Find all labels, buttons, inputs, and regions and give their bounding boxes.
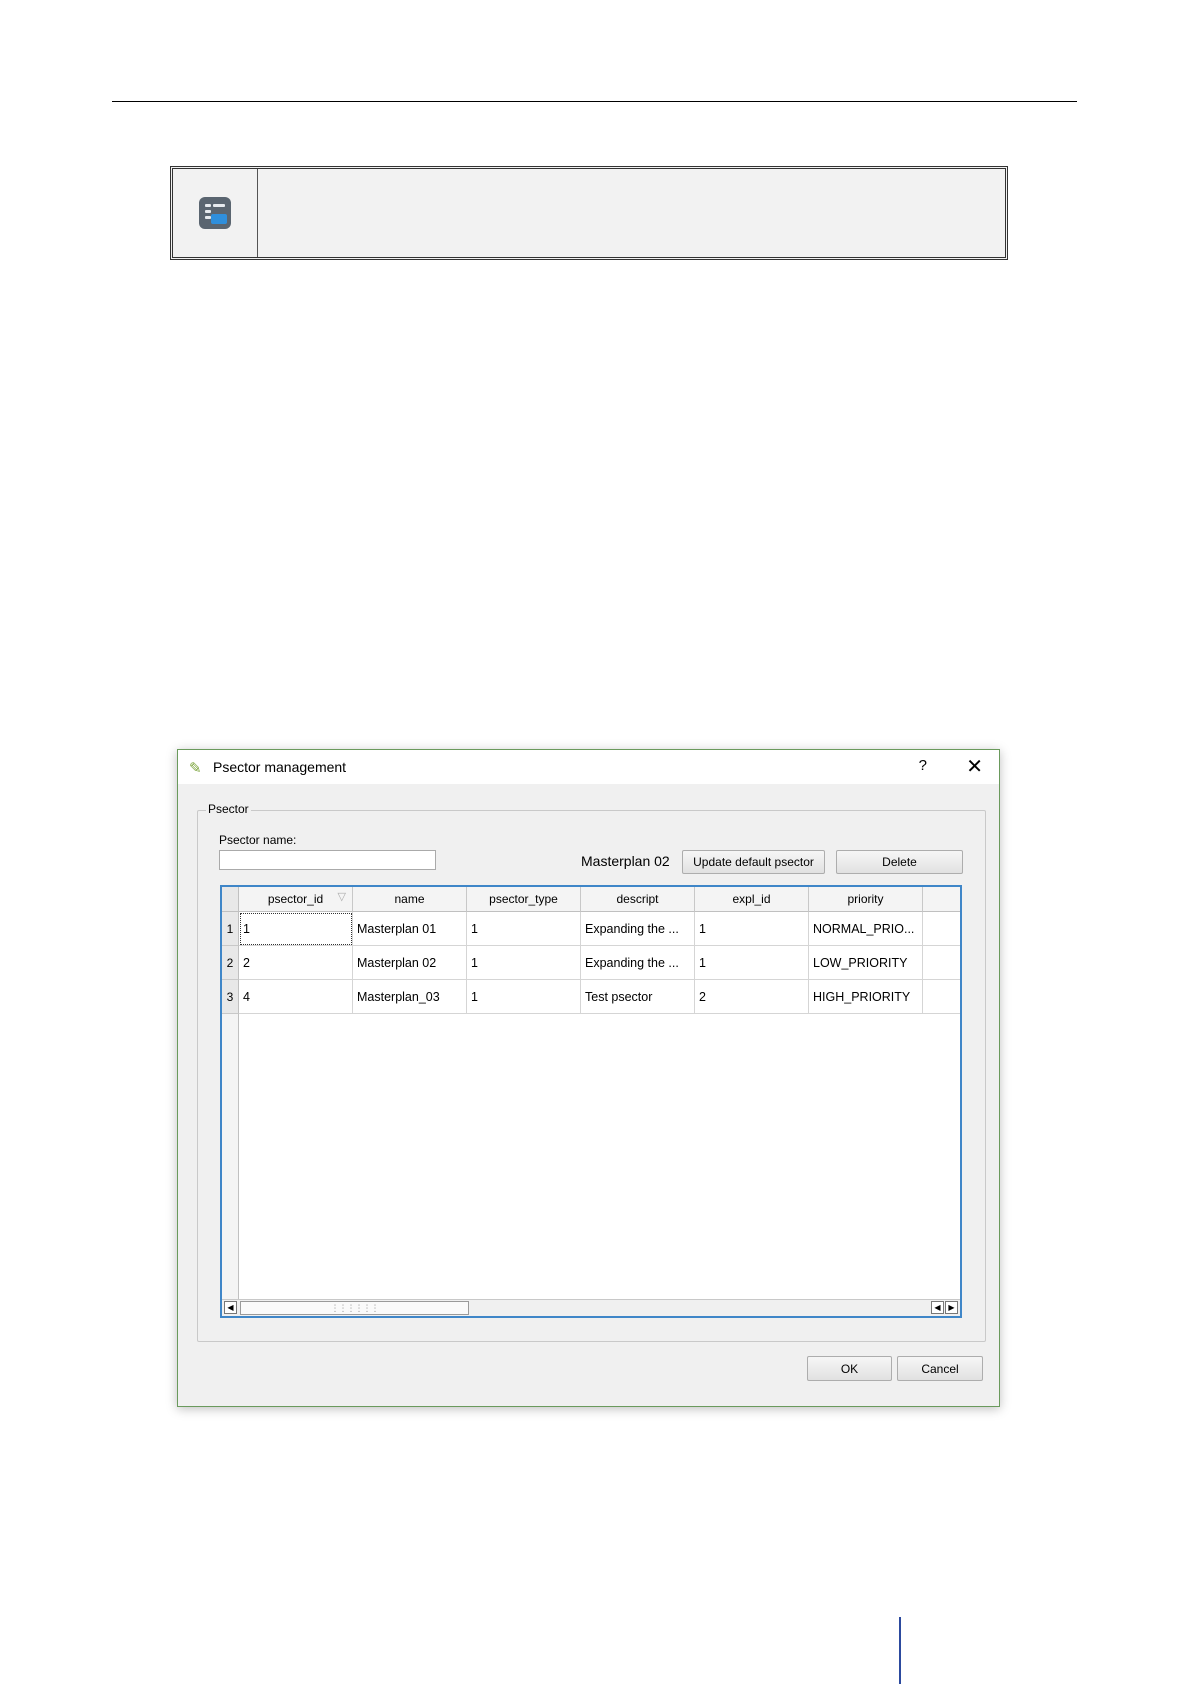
table-cell[interactable]: 1 [467,912,581,946]
table-cell[interactable]: NORMAL_PRIO... [809,912,923,946]
column-header-filler [923,887,960,912]
table-cell[interactable]: 1 [239,912,353,946]
dialog-title: Psector management [213,759,347,775]
column-header-descript[interactable]: descript [581,887,695,912]
close-button[interactable]: ✕ [966,754,983,779]
column-header-priority[interactable]: priority [809,887,923,912]
psector-name-input[interactable] [219,850,436,870]
table-cell[interactable]: Test psector [581,980,695,1014]
note-icon-cell [173,169,258,257]
table-cell[interactable]: Masterplan_03 [353,980,467,1014]
page-margin-marker [899,1617,901,1684]
dialog-titlebar: ✎ Psector management ? ✕ [178,750,999,784]
sort-indicator-icon: ▽ [337,891,346,903]
help-button[interactable]: ? [919,757,927,774]
table-cell-filler [923,980,960,1014]
scroll-right-icon[interactable]: ▶ [945,1301,958,1314]
table-cell-filler [923,912,960,946]
cancel-button[interactable]: Cancel [897,1356,983,1381]
table-cell[interactable]: LOW_PRIORITY [809,946,923,980]
table-cell[interactable]: 1 [467,980,581,1014]
column-header-expl-id[interactable]: expl_id [695,887,809,912]
row-header[interactable]: 1 [222,912,239,946]
psector-management-dialog: ✎ Psector management ? ✕ Psector Psector… [177,749,1000,1407]
table-cell-filler [923,946,960,980]
table-cell[interactable]: 4 [239,980,353,1014]
scroll-left-icon[interactable]: ◀ [931,1301,944,1314]
row-header[interactable]: 2 [222,946,239,980]
current-psector-label: Masterplan 02 [581,853,670,869]
psector-list-icon [199,197,231,229]
row-header-area [222,1014,239,1299]
note-text-cell [258,169,1005,257]
psector-name-label: Psector name: [219,833,297,847]
table-cell[interactable]: 2 [695,980,809,1014]
table-cell[interactable]: 1 [695,946,809,980]
column-header-psector-type[interactable]: psector_type [467,887,581,912]
update-default-psector-button[interactable]: Update default psector [682,850,825,874]
scroll-left-icon[interactable]: ◀ [224,1301,237,1314]
page-top-rule [112,101,1077,102]
table-cell[interactable]: Expanding the ... [581,946,695,980]
ok-button[interactable]: OK [807,1356,892,1381]
table-cell[interactable]: 2 [239,946,353,980]
scrollbar-thumb[interactable]: ⋮⋮⋮⋮⋮⋮ [240,1301,469,1315]
group-label: Psector [206,802,251,816]
table-cell[interactable]: HIGH_PRIORITY [809,980,923,1014]
table-cell[interactable]: 1 [695,912,809,946]
column-header-name[interactable]: name [353,887,467,912]
table-cell[interactable]: 1 [467,946,581,980]
row-header[interactable]: 3 [222,980,239,1014]
column-header-psector-id[interactable]: psector_id ▽ [239,887,353,912]
psector-table[interactable]: psector_id ▽ name psector_type descript … [220,885,962,1318]
table-corner-button[interactable] [222,887,239,912]
horizontal-scrollbar[interactable]: ◀ ⋮⋮⋮⋮⋮⋮ ◀ ▶ [222,1299,960,1316]
table-cell[interactable]: Expanding the ... [581,912,695,946]
table-cell[interactable]: Masterplan 01 [353,912,467,946]
qgis-icon: ✎ [189,760,202,777]
delete-button[interactable]: Delete [836,850,963,874]
tool-note-box [170,166,1008,260]
table-cell[interactable]: Masterplan 02 [353,946,467,980]
